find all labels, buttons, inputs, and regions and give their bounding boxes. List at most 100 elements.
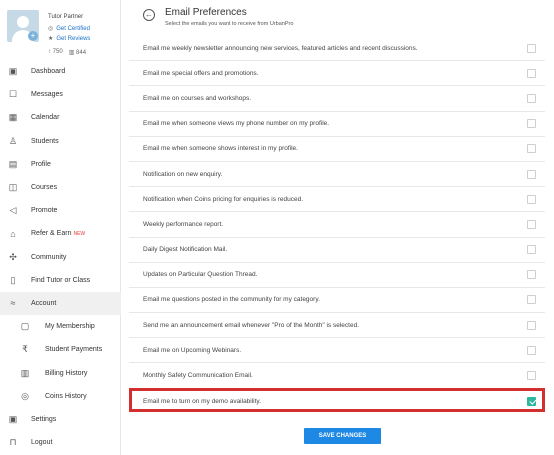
preference-label: Email me on Upcoming Webinars. xyxy=(143,346,242,354)
sidebar-item-messages[interactable]: ☐ Messages xyxy=(0,83,121,106)
sidebar-item-label: Refer & Earn xyxy=(31,230,72,238)
preference-label: Email me to turn on my demo availability… xyxy=(143,397,262,405)
sidebar-item-billing-history[interactable]: ▥ Billing History xyxy=(0,361,121,384)
preference-row: Monthly Safety Communication Email. xyxy=(129,363,545,389)
profile-card: + Tutor Partner ◎ Get Certified ★ Get Re… xyxy=(0,0,120,60)
sidebar-nav: ▣ Dashboard ☐ Messages ▦ Calendar ♙ Students ▤ Pr… xyxy=(0,60,121,454)
sidebar-item-account[interactable]: ≈ Account xyxy=(0,291,121,316)
account-icon: ≈ xyxy=(10,298,16,309)
sidebar-item-label: Profile xyxy=(31,160,51,168)
preference-checkbox[interactable] xyxy=(527,68,536,78)
preference-label: Email me when someone shows interest in … xyxy=(143,145,298,153)
preference-label: Email me weekly newsletter announcing ne… xyxy=(143,44,418,52)
sidebar-item-community[interactable]: ✣ Community xyxy=(0,246,121,269)
preference-checkbox[interactable] xyxy=(527,194,536,204)
sidebar-item-label: Messages xyxy=(31,91,63,99)
preference-row: Email me special offers and promotions. xyxy=(129,61,545,87)
community-icon: ✣ xyxy=(9,251,17,262)
preference-checkbox[interactable] xyxy=(527,371,536,381)
save-changes-button[interactable]: SAVE CHANGES xyxy=(304,428,381,444)
coins-icon: ◎ xyxy=(21,390,29,401)
back-arrow-icon[interactable]: ← xyxy=(143,9,155,21)
preference-row: Notification on new enquiry. xyxy=(129,162,545,188)
preference-checkbox[interactable] xyxy=(527,219,536,229)
preference-checkbox[interactable] xyxy=(527,245,536,255)
preference-checkbox[interactable] xyxy=(527,119,536,129)
get-reviews-link[interactable]: ★ Get Reviews xyxy=(48,35,90,43)
add-photo-icon[interactable]: + xyxy=(28,31,38,41)
preference-row: Email me on courses and workshops. xyxy=(129,86,545,112)
sidebar-item-label: Find Tutor or Class xyxy=(31,276,91,284)
preference-label: Monthly Safety Communication Email. xyxy=(143,372,253,380)
sidebar-item-settings[interactable]: ▣ Settings xyxy=(0,408,121,431)
preference-row: Email me when someone views my phone num… xyxy=(129,112,545,137)
preference-row: Email me when someone shows interest in … xyxy=(129,137,545,162)
sidebar-item-promote[interactable]: ◁ Promote xyxy=(0,199,121,222)
page-title: Email Preferences xyxy=(165,7,247,18)
preferences-list: Email me weekly newsletter announcing ne… xyxy=(129,36,545,414)
preference-checkbox[interactable] xyxy=(527,396,536,406)
profile-icon: ▤ xyxy=(8,158,18,169)
preference-checkbox[interactable] xyxy=(527,345,536,355)
dashboard-icon: ▣ xyxy=(8,66,18,77)
page-subtitle: Select the emails you want to receive fr… xyxy=(165,21,294,27)
preference-row: Updates on Particular Question Thread. xyxy=(129,263,545,288)
sidebar-item-find-tutor-or-class[interactable]: ▯ Find Tutor or Class xyxy=(0,269,121,292)
preference-checkbox[interactable] xyxy=(527,43,536,53)
main-content: ← Email Preferences Select the emails yo… xyxy=(122,0,554,455)
preference-label: Email me when someone views my phone num… xyxy=(143,120,330,128)
sidebar-item-my-membership[interactable]: ▢ My Membership xyxy=(0,315,121,338)
get-certified-link[interactable]: ◎ Get Certified xyxy=(48,25,90,33)
sidebar-item-label: Coins History xyxy=(45,392,87,400)
find-icon: ▯ xyxy=(10,274,16,285)
sidebar-item-refer-earn[interactable]: ⌂ Refer & Earn NEW xyxy=(0,222,121,245)
preference-checkbox[interactable] xyxy=(527,320,536,330)
sidebar-item-label: My Membership xyxy=(45,323,95,331)
preference-label: Email me on courses and workshops. xyxy=(143,94,252,102)
page-header: ← Email Preferences Select the emails yo… xyxy=(122,0,554,36)
preference-row: Email me to turn on my demo availability… xyxy=(129,389,545,414)
preference-checkbox[interactable] xyxy=(527,144,536,154)
star-icon: ★ xyxy=(48,36,54,42)
new-badge: NEW xyxy=(73,230,86,237)
sidebar-item-courses[interactable]: ◫ Courses xyxy=(0,176,121,199)
preference-checkbox[interactable] xyxy=(527,295,536,305)
sidebar-item-dashboard[interactable]: ▣ Dashboard xyxy=(0,60,121,83)
sidebar-item-label: Settings xyxy=(31,415,57,423)
preference-label: Send me an announcement email whenever "… xyxy=(143,321,359,329)
calendar-icon: ▦ xyxy=(8,112,18,123)
profile-stats: ↑ 750 ▥ 844 xyxy=(48,49,87,56)
preference-checkbox[interactable] xyxy=(527,93,536,103)
preference-checkbox[interactable] xyxy=(527,169,536,179)
sidebar-item-label: Student Payments xyxy=(45,346,103,354)
messages-icon: ☐ xyxy=(8,89,18,100)
courses-icon: ◫ xyxy=(8,182,18,193)
sidebar-item-label: Account xyxy=(31,299,57,307)
preference-row: Weekly performance report. xyxy=(129,212,545,238)
preference-label: Notification when Coins pricing for enqu… xyxy=(143,195,304,203)
preference-label: Daily Digest Notification Mail. xyxy=(143,246,228,254)
sidebar-item-coins-history[interactable]: ◎ Coins History xyxy=(0,385,121,408)
students-icon: ♙ xyxy=(8,135,18,146)
settings-icon: ▣ xyxy=(8,413,18,424)
billing-icon: ▥ xyxy=(20,367,30,378)
arrow-up-icon: ↑ xyxy=(48,49,51,55)
preference-row: Send me an announcement email whenever "… xyxy=(129,313,545,339)
sidebar-item-student-payments[interactable]: ₹ Student Payments xyxy=(0,338,121,361)
preference-row: Email me on Upcoming Webinars. xyxy=(129,338,545,364)
preference-row: Notification when Coins pricing for enqu… xyxy=(129,187,545,213)
logout-icon: ⊓ xyxy=(9,437,17,448)
preference-label: Weekly performance report. xyxy=(143,220,224,228)
sidebar-item-label: Courses xyxy=(31,184,58,192)
profile-role: Tutor Partner xyxy=(48,14,84,20)
preference-checkbox[interactable] xyxy=(527,270,536,280)
certificate-icon: ◎ xyxy=(48,26,54,32)
sidebar-item-students[interactable]: ♙ Students xyxy=(0,130,121,153)
sidebar-item-logout[interactable]: ⊓ Logout xyxy=(0,431,121,454)
sidebar-item-label: Promote xyxy=(31,207,58,215)
preference-label: Notification on new enquiry. xyxy=(143,170,223,178)
avatar[interactable]: + xyxy=(7,10,39,42)
sidebar-item-profile[interactable]: ▤ Profile xyxy=(0,153,121,176)
sidebar-item-calendar[interactable]: ▦ Calendar xyxy=(0,106,121,129)
preference-row: Email me weekly newsletter announcing ne… xyxy=(129,36,545,62)
